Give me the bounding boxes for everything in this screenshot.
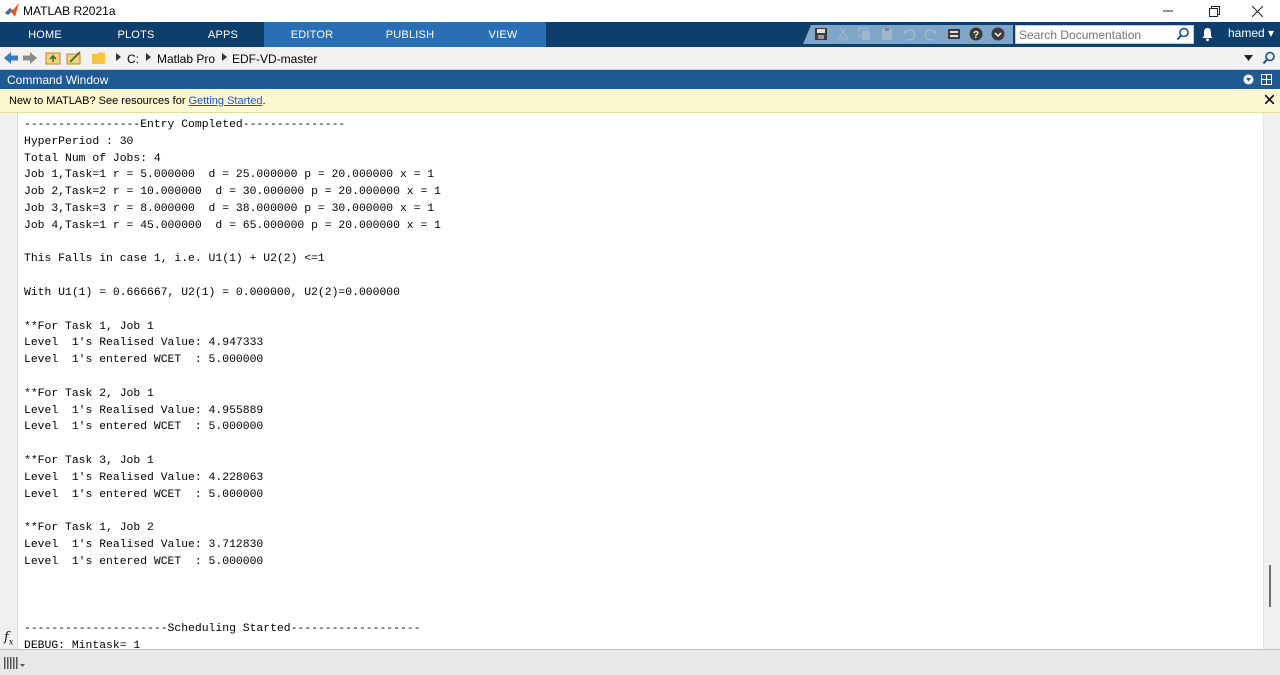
vertical-scrollbar[interactable]: [1263, 113, 1280, 649]
panel-title: Command Window: [7, 73, 109, 87]
console-line: **For Task 1, Job 2: [24, 522, 154, 535]
copy-icon[interactable]: [858, 27, 872, 41]
switch-windows-icon[interactable]: [947, 27, 961, 41]
console-line: HyperPeriod : 30: [24, 135, 134, 148]
prompt-gutter: fx: [0, 113, 18, 649]
info-message: New to MATLAB? See resources for Getting…: [9, 95, 266, 107]
command-window-header: Command Window: [0, 70, 1280, 89]
close-window-button[interactable]: [1234, 0, 1280, 22]
search-documentation[interactable]: [1015, 25, 1194, 44]
console-line: **For Task 1, Job 1: [24, 320, 154, 333]
tab-apps[interactable]: APPS: [182, 22, 264, 47]
console-line: Level 1's Realised Value: 4.228063: [24, 471, 264, 484]
tab-publish[interactable]: PUBLISH: [360, 22, 460, 47]
undo-icon[interactable]: [902, 27, 916, 41]
breadcrumb-item[interactable]: Matlab Pro: [157, 52, 215, 66]
console-line: Level 1's entered WCET : 5.000000: [24, 354, 264, 367]
console-line: Job 2,Task=2 r = 10.000000 d = 30.000000…: [24, 186, 441, 199]
expand-toolstrip-icon[interactable]: [991, 27, 1005, 41]
getting-started-link[interactable]: Getting Started: [189, 95, 263, 107]
console-line: **For Task 3, Job 1: [24, 454, 154, 467]
info-suffix: .: [262, 95, 266, 107]
function-browser-icon[interactable]: fx: [4, 630, 13, 647]
status-bar: [0, 649, 1280, 675]
back-arrow-icon[interactable]: [3, 50, 19, 66]
breadcrumb-separator: [222, 53, 227, 61]
minimize-button[interactable]: [1145, 0, 1191, 22]
status-grip-icon: [4, 657, 25, 669]
restore-button[interactable]: [1191, 0, 1237, 22]
command-output[interactable]: -----------------Entry Completed--------…: [24, 117, 1254, 649]
console-line: DEBUG: Mintask= 1: [24, 639, 141, 649]
panel-actions-icon[interactable]: [1243, 74, 1254, 85]
tab-editor[interactable]: EDITOR: [264, 22, 360, 47]
current-folder-bar: C: Matlab Pro EDF-VD-master: [0, 47, 1280, 70]
console-line: Level 1's Realised Value: 4.955889: [24, 404, 264, 417]
console-line: -----------------Entry Completed--------…: [24, 119, 346, 131]
console-line: Level 1's entered WCET : 5.000000: [24, 555, 264, 568]
tab-view[interactable]: VIEW: [460, 22, 546, 47]
forward-arrow-icon[interactable]: [22, 50, 38, 66]
console-line: Job 1,Task=1 r = 5.000000 d = 25.000000 …: [24, 169, 435, 182]
close-icon: [1264, 94, 1275, 105]
window-title: MATLAB R2021a: [23, 4, 116, 18]
chevron-down-icon[interactable]: [1244, 55, 1253, 61]
search-icon[interactable]: [1176, 27, 1190, 41]
scrollbar-thumb[interactable]: [1269, 565, 1271, 607]
console-line: Job 4,Task=1 r = 45.000000 d = 65.000000…: [24, 219, 441, 232]
tab-plots[interactable]: PLOTS: [90, 22, 182, 47]
console-line: ---------------------Scheduling Started-…: [24, 622, 421, 635]
up-folder-icon[interactable]: [45, 50, 61, 66]
console-line: Level 1's entered WCET : 5.000000: [24, 488, 264, 501]
command-window-body[interactable]: fx -----------------Entry Completed-----…: [0, 113, 1280, 649]
user-menu[interactable]: hamed ▾: [1228, 26, 1274, 40]
save-icon[interactable]: [814, 27, 828, 41]
search-folder-icon[interactable]: [1262, 51, 1276, 65]
paste-icon[interactable]: [880, 27, 894, 41]
breadcrumb-item[interactable]: EDF-VD-master: [232, 52, 317, 66]
help-icon[interactable]: ?: [969, 27, 983, 41]
console-line: This Falls in case 1, i.e. U1(1) + U2(2)…: [24, 253, 325, 266]
redo-icon[interactable]: [924, 27, 938, 41]
browse-folder-icon[interactable]: [66, 50, 82, 66]
undock-icon[interactable]: [1261, 74, 1272, 85]
console-line: Job 3,Task=3 r = 8.000000 d = 38.000000 …: [24, 202, 435, 215]
svg-text:?: ?: [973, 30, 979, 41]
info-bar: New to MATLAB? See resources for Getting…: [0, 89, 1280, 113]
minimize-icon: [1163, 10, 1173, 12]
search-input[interactable]: [1016, 26, 1172, 44]
breadcrumb-separator: [116, 53, 121, 61]
notification-bell-icon[interactable]: [1200, 27, 1215, 42]
console-line: Total Num of Jobs: 4: [24, 152, 161, 165]
breadcrumb-item[interactable]: C:: [127, 52, 139, 66]
console-line: Level 1's entered WCET : 5.000000: [24, 421, 264, 434]
folder-icon: [92, 52, 105, 64]
cut-icon[interactable]: [836, 27, 850, 41]
info-text: New to MATLAB? See resources for: [9, 95, 189, 107]
console-line: **For Task 2, Job 1: [24, 387, 154, 400]
console-line: Level 1's Realised Value: 3.712830: [24, 538, 264, 551]
console-line: With U1(1) = 0.666667, U2(1) = 0.000000,…: [24, 286, 400, 299]
close-icon: [1251, 5, 1263, 17]
title-bar: MATLAB R2021a: [0, 0, 1280, 22]
restore-icon: [1208, 5, 1220, 17]
matlab-logo-icon: [5, 3, 19, 17]
console-line: Level 1's Realised Value: 4.947333: [24, 337, 264, 350]
close-info-button[interactable]: [1264, 92, 1275, 107]
breadcrumb-separator: [146, 53, 151, 61]
tab-home[interactable]: HOME: [0, 22, 90, 47]
